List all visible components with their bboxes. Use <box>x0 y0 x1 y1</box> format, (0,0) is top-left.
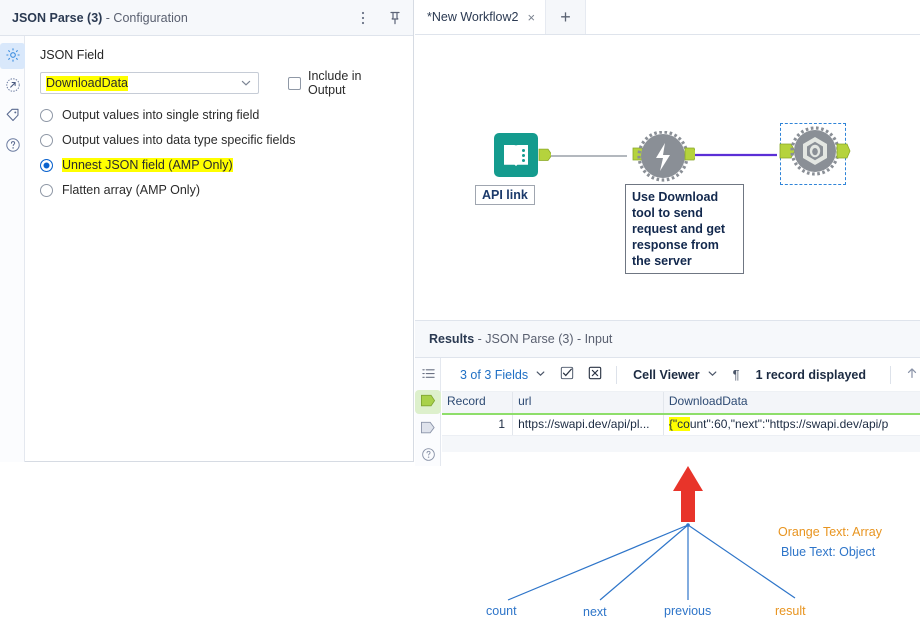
option-row-type-specific[interactable]: Output values into data type specific fi… <box>40 133 399 147</box>
list-view-icon <box>421 366 436 384</box>
results-data-grid[interactable]: Record url DownloadData 1 https://swapi.… <box>442 392 920 466</box>
tab-bar-filler <box>586 0 920 34</box>
node-download-comment: Use Download tool to send request and ge… <box>625 184 744 274</box>
config-tool-name: JSON Parse (3) <box>12 10 103 25</box>
results-toolbar: 3 of 3 Fields Cell Viewer ¶ 1 record dis… <box>442 358 920 392</box>
pilcrow-icon[interactable]: ¶ <box>733 367 740 382</box>
radio-unnest[interactable] <box>40 158 53 172</box>
json-field-dropdown[interactable]: DownloadData <box>40 72 260 94</box>
column-header-downloaddata[interactable]: DownloadData <box>663 392 920 413</box>
option-row-flatten[interactable]: Flatten array (AMP Only) <box>40 183 399 197</box>
cell-url[interactable]: https://swapi.dev/api/pl... <box>513 415 664 435</box>
checkbox-x-icon[interactable] <box>588 366 602 383</box>
chevron-down-icon <box>240 77 252 92</box>
results-panel-title: Results - JSON Parse (3) - Input <box>429 332 612 346</box>
tree-label-next: next <box>583 605 607 619</box>
tag-icon <box>5 107 21 126</box>
tree-connector-lines <box>507 524 796 601</box>
cell-downloaddata-highlight: {"co <box>668 417 690 431</box>
arrow-circle-icon <box>5 77 21 96</box>
option-row-unnest[interactable]: Unnest JSON field (AMP Only) <box>40 158 399 172</box>
radio-flatten[interactable] <box>40 183 53 197</box>
column-header-record[interactable]: Record <box>442 392 514 413</box>
json-field-label: JSON Field <box>40 48 104 62</box>
green-data-icon <box>420 394 436 411</box>
column-header-url[interactable]: url <box>513 392 664 413</box>
question-circle-icon <box>421 447 436 465</box>
question-circle-icon <box>5 137 21 156</box>
table-row[interactable]: 1 https://swapi.dev/api/pl... {"count":6… <box>442 415 920 436</box>
tree-label-result: result <box>775 604 806 618</box>
chevron-down-icon[interactable] <box>535 368 546 382</box>
node-json-parse[interactable] <box>779 122 851 183</box>
option-row-single-string[interactable]: Output values into single string field <box>40 108 399 122</box>
configuration-header-actions <box>355 0 403 36</box>
node-api-link[interactable] <box>493 132 553 185</box>
toolbar-divider <box>616 365 618 384</box>
configuration-body: JSON Field DownloadData Include in Outpu… <box>26 36 413 461</box>
configuration-panel-title: JSON Parse (3) - Configuration <box>12 11 188 25</box>
legend-orange-array: Orange Text: Array <box>778 525 882 539</box>
red-up-arrow-icon <box>673 466 703 522</box>
grid-header-row: Record url DownloadData <box>442 392 920 415</box>
tree-root-node <box>686 523 690 527</box>
option-label-flatten: Flatten array (AMP Only) <box>62 183 201 197</box>
results-rail-item-help[interactable] <box>415 444 441 468</box>
results-rail-item-data[interactable] <box>415 390 441 414</box>
results-icon-rail <box>415 358 441 466</box>
results-title-sub: - JSON Parse (3) - Input <box>474 332 613 346</box>
record-count-label: 1 record displayed <box>755 367 867 382</box>
checkbox-check-icon[interactable] <box>560 366 574 383</box>
new-tab-button[interactable]: + <box>546 0 587 34</box>
tab-new-workflow2[interactable]: *New Workflow2 × <box>415 0 547 34</box>
include-in-output-checkbox[interactable] <box>288 76 301 90</box>
radio-single-string[interactable] <box>40 108 53 122</box>
node-api-link-label: API link <box>475 185 535 205</box>
results-panel: Results - JSON Parse (3) - Input 3 of 3 … <box>415 320 920 466</box>
kebab-menu-icon[interactable] <box>355 10 371 26</box>
cell-downloaddata-rest: unt":60,"next":"https://swapi.dev/api/p <box>689 417 889 431</box>
radio-type-specific[interactable] <box>40 133 53 147</box>
cell-viewer-label[interactable]: Cell Viewer <box>633 368 699 382</box>
metadata-icon <box>420 421 436 438</box>
cell-downloaddata[interactable]: {"count":60,"next":"https://swapi.dev/ap… <box>664 415 920 435</box>
include-in-output-checkbox-row[interactable]: Include in Output <box>288 69 399 97</box>
results-rail-item-metadata[interactable] <box>415 417 441 441</box>
option-label-single-string: Output values into single string field <box>62 108 260 122</box>
rail-item-annotation[interactable] <box>0 73 25 99</box>
include-in-output-label: Include in Output <box>307 69 362 97</box>
results-title-main: Results <box>429 332 475 346</box>
results-rail-item-list[interactable] <box>415 363 441 387</box>
workflow-area: *New Workflow2 × + API link Use Download… <box>415 0 920 320</box>
chevron-down-icon[interactable] <box>707 368 718 382</box>
json-field-row: DownloadData Include in Output <box>40 69 399 97</box>
configuration-panel: JSON Parse (3) - Configuration JSON Fiel… <box>0 0 414 462</box>
config-subtitle: - Configuration <box>102 10 188 25</box>
toolbar-divider-2 <box>890 365 892 384</box>
rail-item-configuration[interactable] <box>0 43 25 69</box>
tab-label: *New Workflow2 <box>427 10 519 24</box>
grid-empty-area <box>442 436 920 452</box>
option-label-unnest: Unnest JSON field (AMP Only) <box>62 158 233 172</box>
rail-item-help[interactable] <box>0 133 25 159</box>
configuration-panel-header: JSON Parse (3) - Configuration <box>0 0 413 36</box>
configuration-icon-rail <box>0 36 25 462</box>
fields-selector-label[interactable]: 3 of 3 Fields <box>460 368 528 382</box>
close-icon[interactable]: × <box>527 11 535 24</box>
rail-item-labels[interactable] <box>0 103 25 129</box>
tree-label-count: count <box>486 604 517 618</box>
json-field-selected-value: DownloadData <box>46 75 128 91</box>
legend-blue-object: Blue Text: Object <box>781 545 876 559</box>
tree-label-previous: previous <box>664 604 712 618</box>
arrow-up-icon[interactable] <box>905 366 919 383</box>
gear-icon <box>5 47 21 66</box>
cell-record-number: 1 <box>442 415 514 435</box>
workflow-canvas[interactable]: API link Use Download tool to send reque… <box>415 35 920 320</box>
pin-icon[interactable] <box>387 10 403 26</box>
workflow-tab-bar: *New Workflow2 × + <box>415 0 920 35</box>
results-panel-header: Results - JSON Parse (3) - Input <box>415 321 920 358</box>
node-download-tool[interactable] <box>631 130 698 186</box>
option-label-type-specific: Output values into data type specific fi… <box>62 133 296 147</box>
